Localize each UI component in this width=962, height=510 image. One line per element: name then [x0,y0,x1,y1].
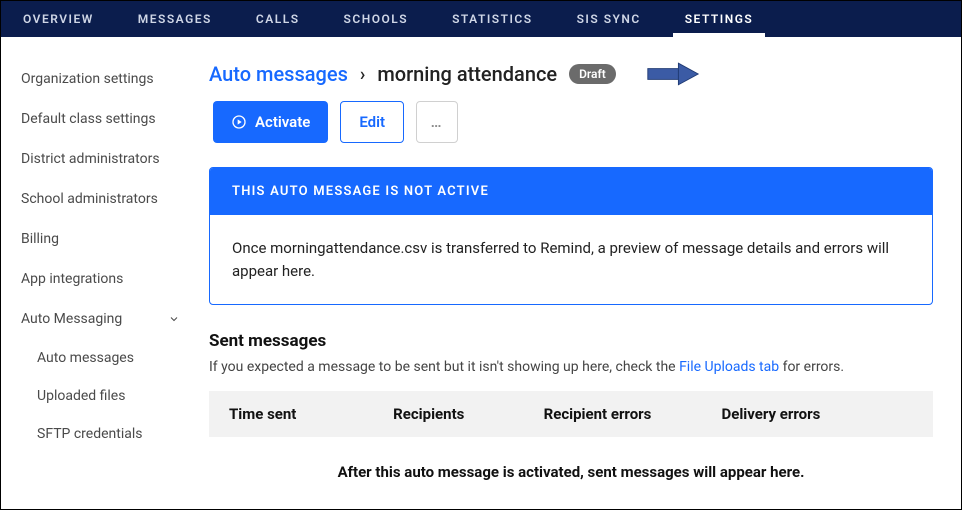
topnav-messages[interactable]: MESSAGES [116,1,234,37]
sent-messages-table-header: Time sent Recipients Recipient errors De… [209,391,933,437]
sidebar-sub-sftp-credentials[interactable]: SFTP credentials [1,415,200,453]
breadcrumb-row: Auto messages › morning attendance Draft… [209,59,933,143]
sidebar-item-school-administrators[interactable]: School administrators [1,179,200,219]
topnav-schools[interactable]: SCHOOLS [322,1,431,37]
chevron-down-icon [168,313,180,325]
action-bar: Activate Edit … [213,101,458,143]
breadcrumb-current: morning attendance [377,62,557,86]
edit-button[interactable]: Edit [340,101,404,143]
breadcrumb-root-link[interactable]: Auto messages [209,62,348,86]
main-panel: Auto messages › morning attendance Draft… [201,37,961,509]
col-recipient-errors: Recipient errors [544,405,722,423]
topnav-sis-sync[interactable]: SIS SYNC [555,1,663,37]
activate-button-label: Activate [255,113,310,131]
sidebar-item-district-administrators[interactable]: District administrators [1,139,200,179]
sidebar-item-billing[interactable]: Billing [1,219,200,259]
play-circle-icon [231,114,247,130]
col-delivery-errors: Delivery errors [721,405,913,423]
sidebar-item-auto-messaging[interactable]: Auto Messaging [1,299,200,339]
inactive-banner-header: THIS AUTO MESSAGE IS NOT ACTIVE [210,168,932,215]
sent-messages-empty: After this auto message is activated, se… [209,437,933,493]
sent-messages-hint-prefix: If you expected a message to be sent but… [209,359,679,375]
col-recipients: Recipients [393,405,543,423]
sidebar-item-organization-settings[interactable]: Organization settings [1,59,200,99]
sent-messages-hint: If you expected a message to be sent but… [209,359,933,375]
sidebar-item-label: Auto Messaging [21,311,122,327]
sidebar-sub-auto-messages[interactable]: Auto messages [1,339,200,377]
sidebar-item-app-integrations[interactable]: App integrations [1,259,200,299]
sidebar-item-default-class-settings[interactable]: Default class settings [1,99,200,139]
inactive-banner: THIS AUTO MESSAGE IS NOT ACTIVE Once mor… [209,167,933,305]
more-actions-button[interactable]: … [416,101,458,143]
sent-messages-hint-suffix: for errors. [779,359,844,375]
arrow-right-icon [646,59,700,89]
top-nav: OVERVIEW MESSAGES CALLS SCHOOLS STATISTI… [1,1,961,37]
col-time-sent: Time sent [229,405,393,423]
sent-messages-title: Sent messages [209,331,933,351]
topnav-statistics[interactable]: STATISTICS [430,1,555,37]
topnav-calls[interactable]: CALLS [234,1,322,37]
arrow-annotation [646,59,700,89]
topnav-settings[interactable]: SETTINGS [663,1,776,37]
file-uploads-link[interactable]: File Uploads tab [679,359,779,375]
status-badge: Draft [569,64,616,84]
sidebar: Organization settings Default class sett… [1,37,201,509]
sidebar-sub-uploaded-files[interactable]: Uploaded files [1,377,200,415]
breadcrumb-separator: › [360,64,365,85]
topnav-overview[interactable]: OVERVIEW [1,1,116,37]
activate-button[interactable]: Activate [213,101,328,143]
inactive-banner-body: Once morningattendance.csv is transferre… [210,215,932,304]
